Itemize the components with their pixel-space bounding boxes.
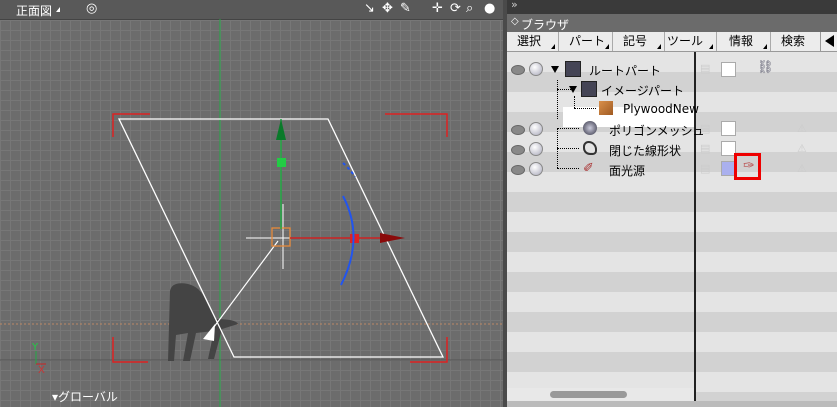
axis-label-y: Y [31,342,39,353]
snap-icon[interactable]: ↘ [364,2,375,16]
rotate-icon[interactable]: ⟳ [450,2,461,16]
tree-row-plywood[interactable]: PlywoodNew [507,100,837,120]
tab-search[interactable]: 検索 [771,32,821,51]
x-arrow-head [380,233,405,243]
tree-label: ルートパート [589,64,662,78]
area-light-icon: ✐ [583,161,594,176]
browser-bottom-bar [507,401,837,407]
expand-icon[interactable]: » [511,0,518,11]
tree-label: PlywoodNew [623,102,699,116]
link-icon[interactable]: ⛓ [757,60,774,75]
visibility-eye-icon[interactable] [511,125,525,135]
image-part-icon [581,81,597,97]
collapse-panel-button[interactable] [820,32,837,51]
coordinate-system-menu[interactable]: ▾グローバル [52,388,118,405]
prop-icon: ⚠ [797,122,807,135]
move-sparkle-icon[interactable]: ✥ [382,2,393,16]
browser-topbar: » [507,0,837,14]
visibility-eye-icon[interactable] [511,145,525,155]
tree-label: ポリゴンメッシュ [609,124,705,138]
prop-icon: ▤ [700,162,711,175]
expand-triangle-icon[interactable] [569,86,577,93]
chair-silhouette [168,283,238,361]
browser-tab-bar: 選択 パート 記号 ツール 情報 検索 [507,32,837,52]
closed-line-icon [583,141,597,155]
manipulator-center-handle [271,227,291,247]
prop-icon: ▤ [700,122,711,135]
zoom-icon[interactable]: ⌕ [466,2,473,16]
tree-row-image-part[interactable]: イメージパート [507,80,694,100]
tree-row-polygon-mesh[interactable]: ポリゴンメッシュ [507,120,705,140]
prop-icon: ▤ [700,142,711,155]
highlight-box [734,153,761,180]
tab-symbol[interactable]: 記号 [613,32,665,51]
viewport-header: 正面図 ◎ ↘ ✥ ✎ ✛ ⟳ ⌕ ● [0,0,503,20]
target-icon[interactable]: ◎ [86,2,97,16]
prop-icon: ⚠ [797,142,807,155]
root-part-icon [565,61,581,77]
tree-label: 閉じた線形状 [609,144,682,158]
tree-scrollbar-thumb[interactable] [550,391,627,398]
lock-state-icon[interactable] [529,62,543,76]
shading-icon[interactable]: ● [484,2,495,16]
axis-label-x: X [38,365,45,376]
tab-select[interactable]: 選択 [507,32,559,51]
pan-icon[interactable]: ✛ [432,2,443,16]
viewport-scene[interactable]: Y X [0,19,503,407]
polygon-mesh-icon [583,121,597,135]
lock-state-icon[interactable] [529,162,543,176]
prop-icon: ▤ [700,62,711,75]
tab-part[interactable]: パート [559,32,613,51]
visibility-eye-icon[interactable] [511,65,525,75]
diamond-icon: ◇ [511,16,519,27]
color-swatch-mesh[interactable] [721,121,736,136]
color-swatch-root[interactable] [721,62,736,77]
lock-state-icon[interactable] [529,142,543,156]
tree-label: イメージパート [601,84,685,98]
tree-label: 面光源 [609,164,646,178]
expand-triangle-icon[interactable] [551,66,559,73]
tab-info[interactable]: 情報 [717,32,771,51]
tree-row-area-light[interactable]: ✐ 面光源 [507,160,694,180]
browser-title: ブラウザ [521,18,570,32]
viewport-title[interactable]: 正面図 [16,2,52,19]
viewport-menu-arrow-icon[interactable] [56,7,60,12]
y-arrow-head [276,119,286,140]
y-scale-handle [277,158,286,167]
texture-icon [599,101,613,115]
visibility-eye-icon[interactable] [511,165,525,175]
browser-titlebar: ◇ ブラウザ [507,14,837,32]
tree-row-root-part[interactable]: ルートパート [507,60,694,80]
tab-tool[interactable]: ツール [665,32,717,51]
browser-panel: » ◇ ブラウザ 選択 パート 記号 ツール 情報 検索 ルートパート イメージ… [507,0,837,407]
viewport-front-view[interactable]: 正面図 ◎ ↘ ✥ ✎ ✛ ⟳ ⌕ ● Y X ▾グローバル [0,0,503,407]
prop-icon: ⚠ [797,162,807,175]
tree-row-closed-line[interactable]: 閉じた線形状 [507,140,694,160]
lock-state-icon[interactable] [529,122,543,136]
color-icon[interactable]: ✎ [400,2,411,16]
